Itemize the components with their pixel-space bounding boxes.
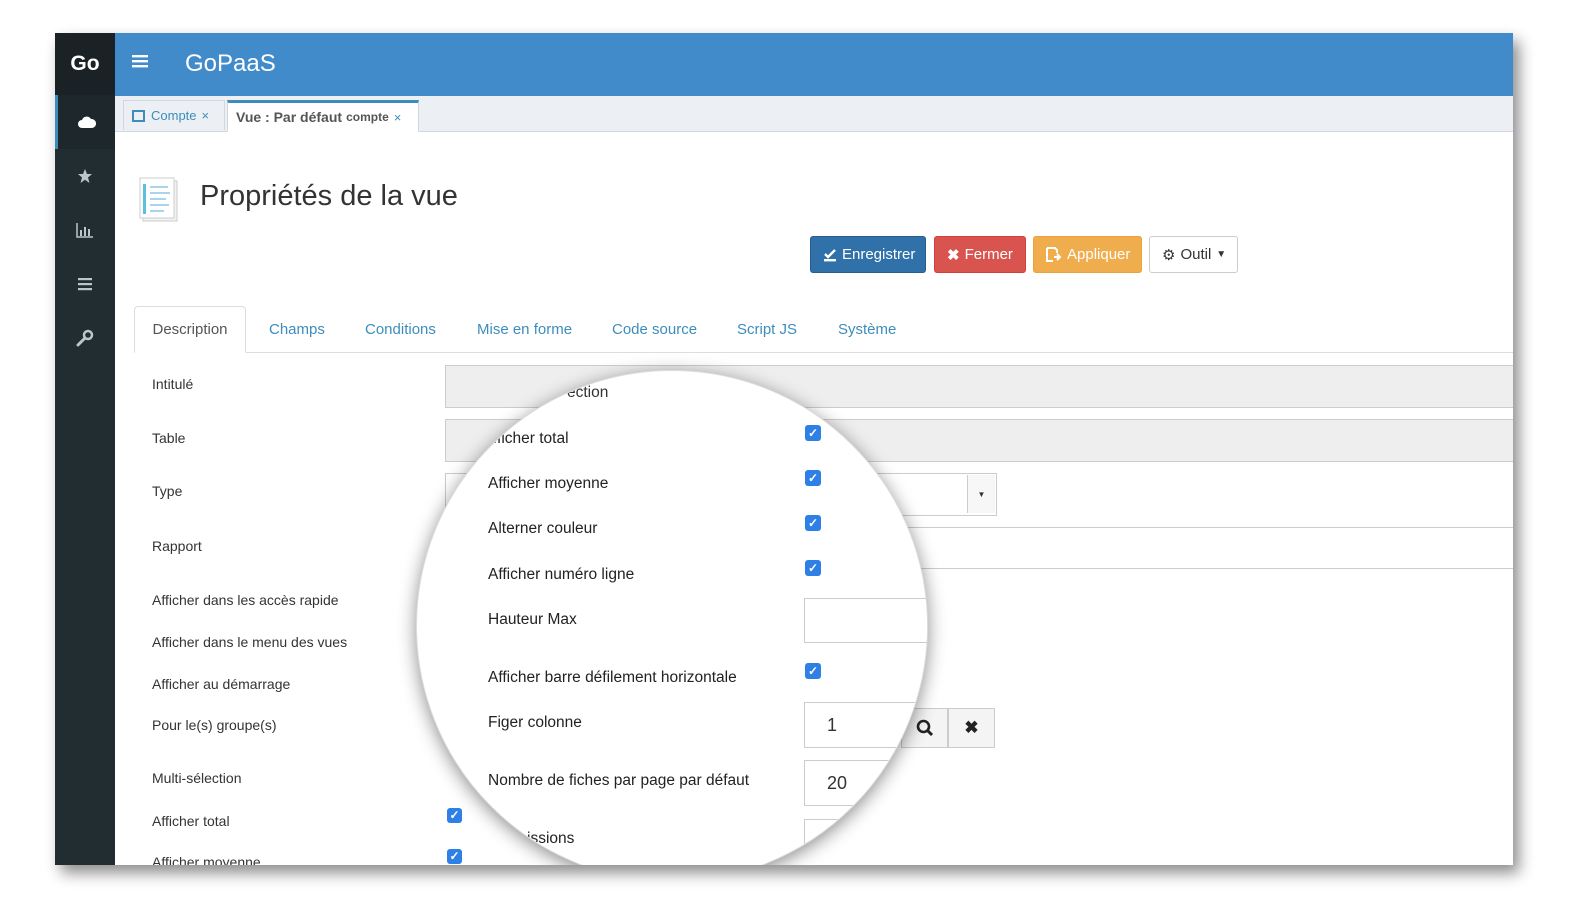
tab-script-js[interactable]: Script JS xyxy=(737,306,797,352)
cloud-icon[interactable] xyxy=(55,95,115,149)
list-icon[interactable] xyxy=(55,257,115,311)
lens-label-alterner-couleur: Alterner couleur xyxy=(488,520,598,537)
app-title[interactable]: GoPaaS xyxy=(185,50,276,78)
doc-tab-label: Compte xyxy=(151,108,197,123)
close-label: Fermer xyxy=(964,246,1013,263)
top-navbar: GoPaaS xyxy=(115,33,1513,96)
lens-checkbox-afficher-total[interactable]: ✓ xyxy=(805,425,821,441)
tab-description[interactable]: Description xyxy=(134,306,246,353)
label-afficher-moyenne: Afficher moyenne xyxy=(152,854,261,865)
select-caret-icon[interactable]: ▼ xyxy=(967,475,995,513)
lens-label-figer-colonne: Figer colonne xyxy=(488,714,582,731)
document-icon xyxy=(139,177,181,228)
bar-chart-icon[interactable] xyxy=(55,203,115,257)
check-save-icon xyxy=(823,248,837,262)
lens-partial-input[interactable] xyxy=(804,819,927,865)
window-icon xyxy=(132,109,145,122)
label-multi-selection: Multi-sélection xyxy=(152,770,242,786)
afficher-moyenne-checkbox[interactable]: ✓ xyxy=(447,849,462,864)
brand-logo[interactable]: Go xyxy=(55,33,115,95)
doc-tab-vue[interactable]: Vue : Par défaut compte × xyxy=(227,100,419,132)
lens-label-numero-ligne: Afficher numéro ligne xyxy=(488,566,635,583)
tab-conditions[interactable]: Conditions xyxy=(365,306,436,352)
lens-hauteur-max-input[interactable] xyxy=(804,598,927,643)
lens-partial-label-bottom: issions xyxy=(527,830,575,847)
apply-icon xyxy=(1046,247,1062,262)
lens-label-hauteur-max: Hauteur Max xyxy=(488,611,577,628)
close-tab-icon[interactable]: × xyxy=(202,108,210,123)
tool-label: Outil xyxy=(1180,246,1212,263)
menu-toggle-icon[interactable] xyxy=(132,54,148,73)
doc-tab-label: Vue : Par défaut xyxy=(236,109,343,125)
lens-checkbox-alterner-couleur[interactable]: ✓ xyxy=(805,515,821,531)
doc-tab-sublabel: compte xyxy=(346,110,389,124)
tab-mise-en-forme[interactable]: Mise en forme xyxy=(477,306,572,352)
label-rapport: Rapport xyxy=(152,538,202,554)
save-button[interactable]: Enregistrer xyxy=(810,236,926,273)
lens-checkbox-barre-defilement[interactable]: ✓ xyxy=(805,663,821,679)
label-acces-rapide: Afficher dans les accès rapide xyxy=(152,592,339,608)
wrench-icon[interactable] xyxy=(55,311,115,365)
gear-icon: ⚙ xyxy=(1162,246,1176,264)
tab-champs[interactable]: Champs xyxy=(269,306,325,352)
tab-systeme[interactable]: Système xyxy=(838,306,896,352)
afficher-total-checkbox[interactable]: ✓ xyxy=(447,808,462,823)
form-tabs: Description Champs Conditions Mise en fo… xyxy=(134,306,1513,353)
lens-label-afficher-moyenne: Afficher moyenne xyxy=(488,475,609,492)
clear-icon: ✖ xyxy=(964,718,979,737)
close-button[interactable]: ✖ Fermer xyxy=(934,236,1026,273)
label-intitule: Intitulé xyxy=(152,376,194,392)
save-label: Enregistrer xyxy=(842,246,916,263)
sidebar: Go xyxy=(55,33,115,865)
tab-code-source[interactable]: Code source xyxy=(612,306,697,352)
apply-label: Appliquer xyxy=(1067,246,1131,263)
label-menu-vues: Afficher dans le menu des vues xyxy=(152,634,348,650)
lens-fiches-par-page-input[interactable]: 20 xyxy=(804,760,927,806)
lens-checkbox-numero-ligne[interactable]: ✓ xyxy=(805,560,821,576)
caret-down-icon: ▼ xyxy=(1216,249,1227,260)
lens-label-afficher-total: fficher total xyxy=(493,430,569,447)
label-demarrage: Afficher au démarrage xyxy=(152,676,291,692)
lens-partial-label: ection xyxy=(567,384,609,401)
tool-dropdown-button[interactable]: ⚙ Outil ▼ xyxy=(1149,236,1238,273)
document-tab-strip: Compte × Vue : Par défaut compte × xyxy=(115,96,1513,132)
label-type: Type xyxy=(152,483,183,499)
close-tab-icon[interactable]: × xyxy=(394,110,402,125)
lens-checkbox-afficher-moyenne[interactable]: ✓ xyxy=(805,470,821,486)
close-icon: ✖ xyxy=(947,246,960,264)
magnifier-lens: ection fficher total ✓ Afficher moyenne … xyxy=(416,370,928,865)
label-afficher-total: Afficher total xyxy=(152,813,230,829)
lens-figer-colonne-input[interactable]: 1 xyxy=(804,702,927,748)
clear-button[interactable]: ✖ xyxy=(948,708,995,748)
lens-label-barre-defilement: Afficher barre défilement horizontale xyxy=(488,669,737,686)
app-window: Go GoPaaS Compte × Vue: Par défaut comp… xyxy=(55,33,1513,865)
page-title: Propriétés de la vue xyxy=(200,180,458,212)
lens-label-fiches-par-page: Nombre de fiches par page par défaut xyxy=(488,772,750,789)
label-table: Table xyxy=(152,430,186,446)
apply-button[interactable]: Appliquer xyxy=(1033,236,1142,273)
doc-tab-compte[interactable]: Compte × xyxy=(123,100,225,130)
star-icon[interactable] xyxy=(55,149,115,203)
label-groupes: Pour le(s) groupe(s) xyxy=(152,717,277,733)
